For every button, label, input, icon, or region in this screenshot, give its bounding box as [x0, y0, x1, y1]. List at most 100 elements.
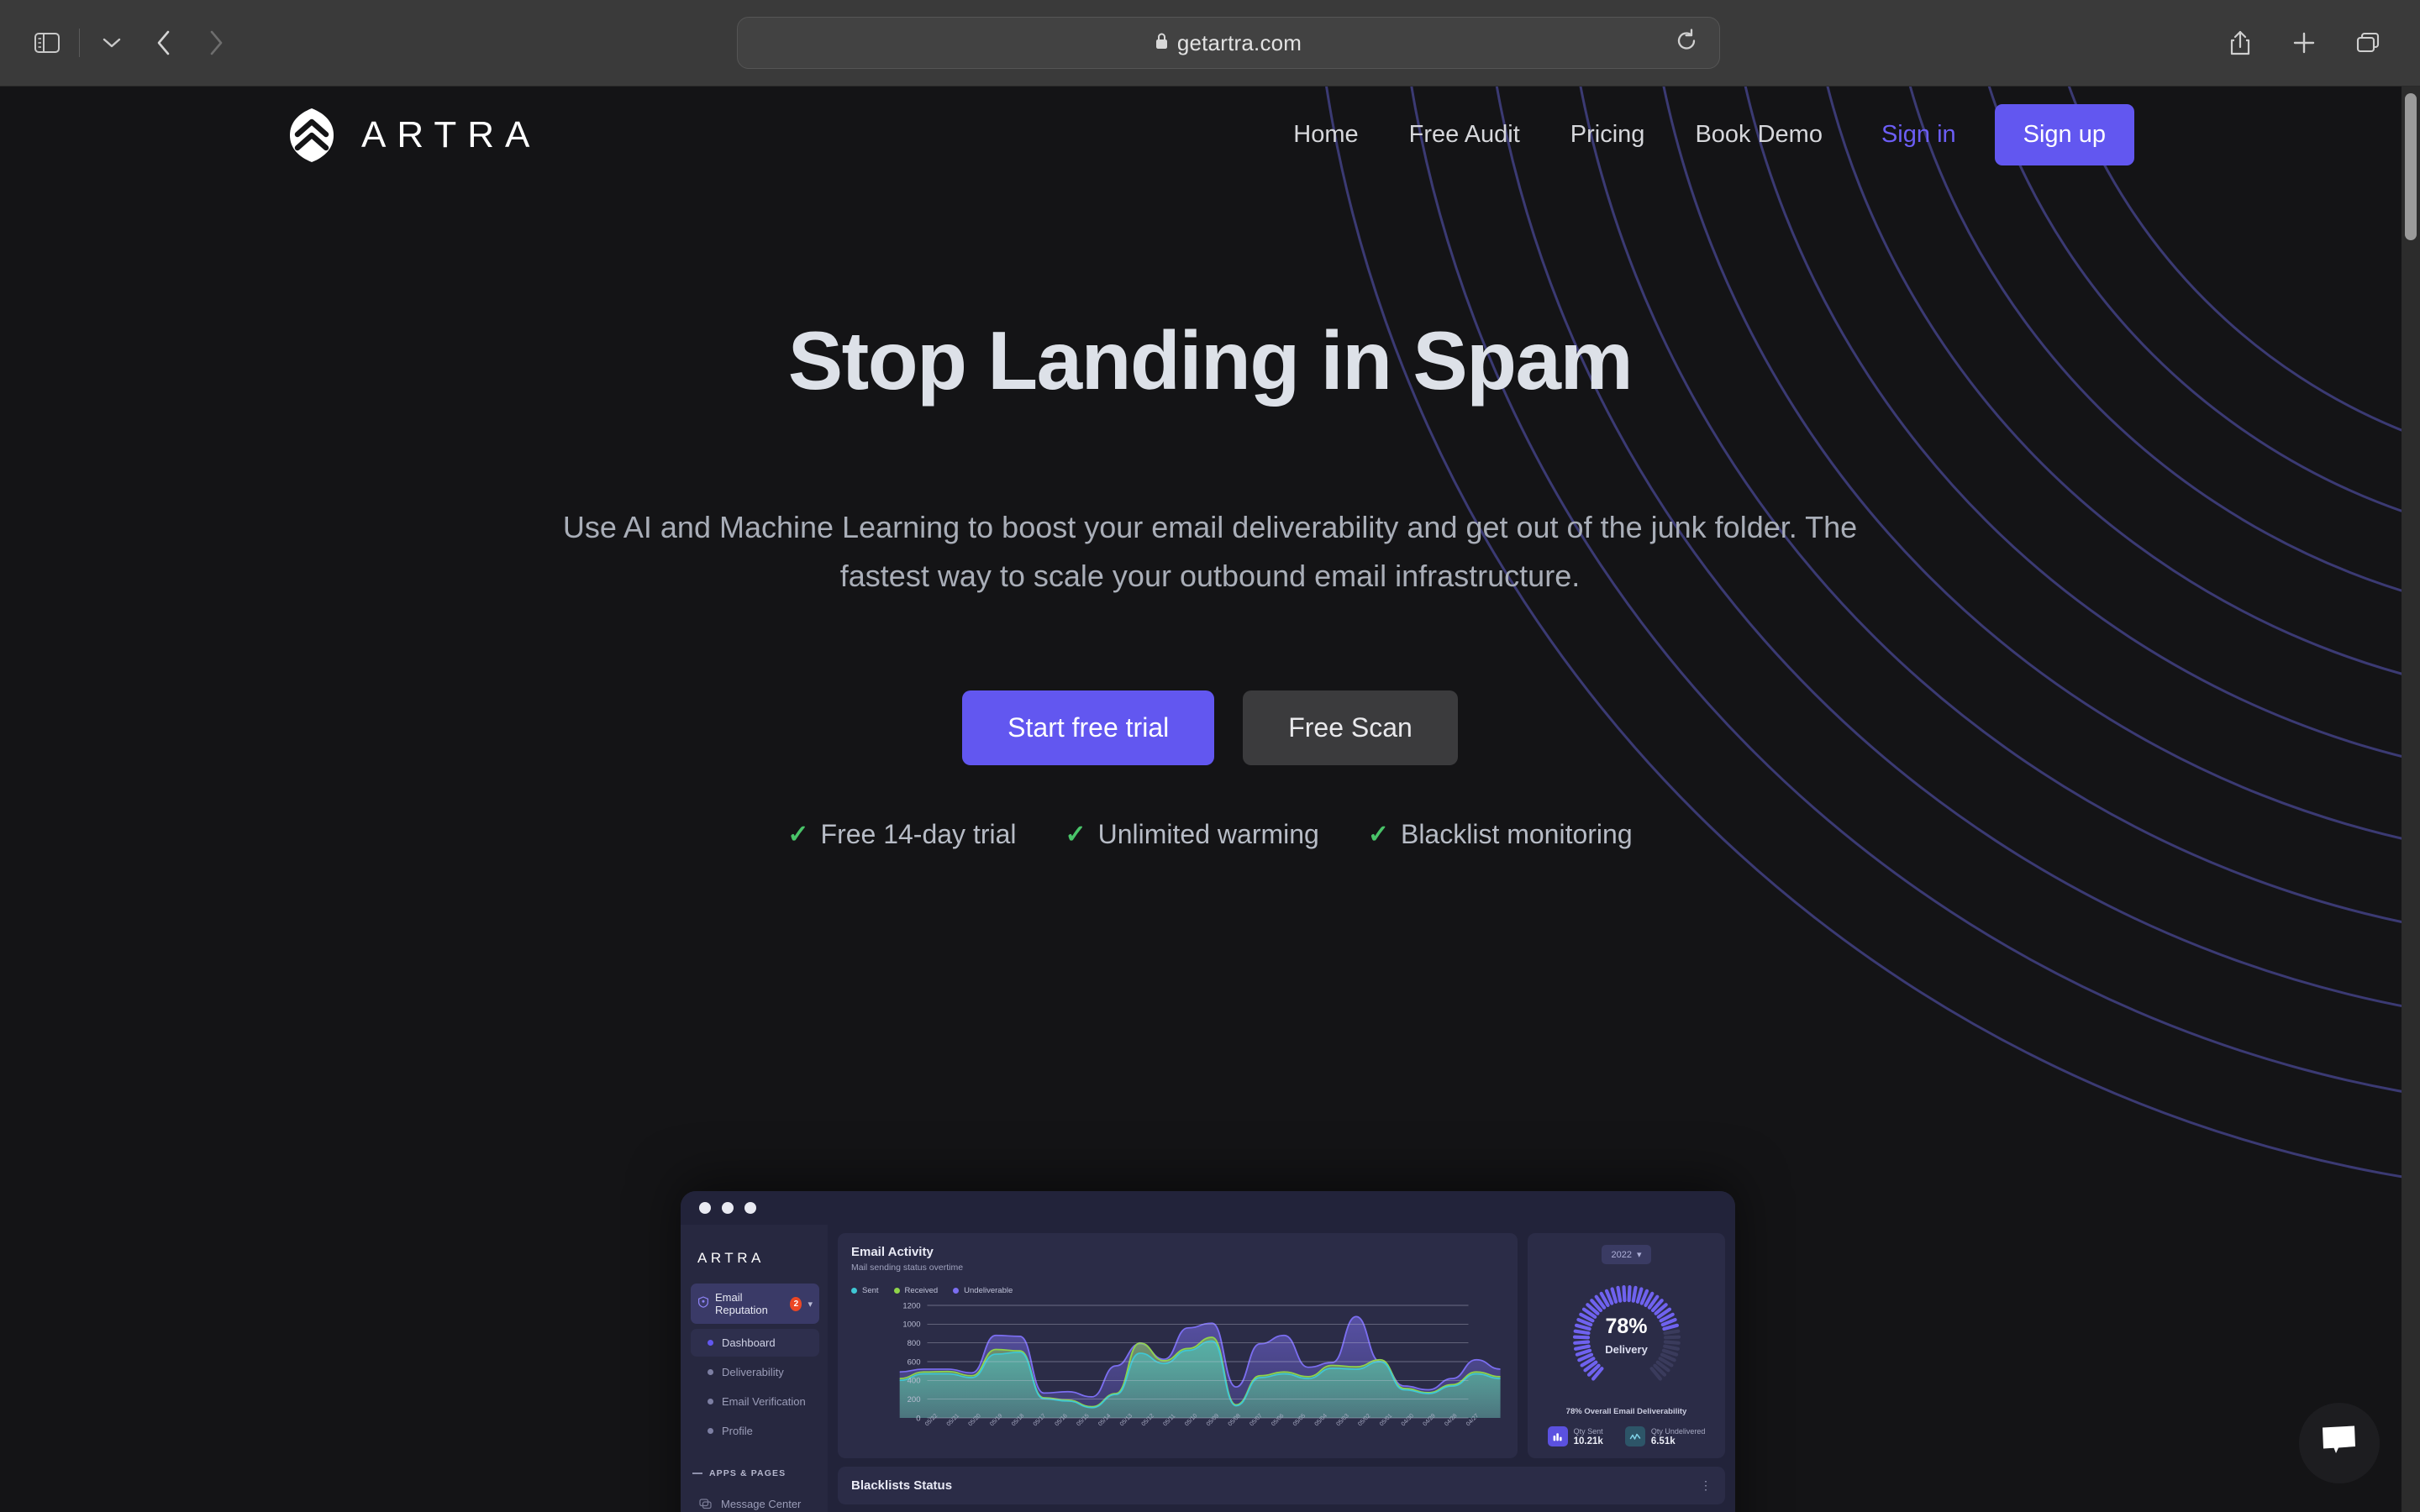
card-title: Blacklists Status — [851, 1478, 953, 1493]
nav-link-pricing[interactable]: Pricing — [1545, 121, 1670, 149]
email-activity-card: Email Activity Mail sending status overt… — [838, 1233, 1518, 1458]
svg-text:05/19: 05/19 — [989, 1413, 1003, 1427]
sidebar-section-label: APPS & PAGES — [709, 1468, 786, 1478]
svg-text:05/22: 05/22 — [924, 1413, 939, 1427]
gauge-stat-text: Qty Sent 10.21k — [1574, 1427, 1603, 1446]
feature-label: Blacklist monitoring — [1400, 818, 1633, 849]
plus-icon[interactable] — [2281, 19, 2328, 66]
sign-in-link[interactable]: Sign in — [1848, 121, 1985, 149]
check-icon: ✓ — [1065, 820, 1086, 848]
bar-chart-icon — [1547, 1426, 1568, 1446]
legend-item-undeliverable: Undeliverable — [953, 1286, 1013, 1295]
bullet-icon — [708, 1428, 713, 1434]
svg-text:05/02: 05/02 — [1357, 1413, 1371, 1427]
sidebar-item-deliverability[interactable]: Deliverability — [691, 1358, 819, 1386]
feature-item: ✓ Unlimited warming — [1065, 819, 1319, 850]
sidebar-item-label: Email Verification — [722, 1395, 806, 1408]
nav-link-book-demo[interactable]: Book Demo — [1670, 121, 1848, 149]
window-dot — [699, 1202, 711, 1214]
dashboard-brand: ARTRA — [697, 1250, 765, 1266]
sidebar-item-profile[interactable]: Profile — [691, 1417, 819, 1445]
chat-widget-button[interactable] — [2299, 1403, 2380, 1483]
gauge-label: Delivery — [1605, 1343, 1648, 1356]
sidebar-item-message-center[interactable]: Message Center — [681, 1488, 828, 1512]
legend-swatch — [851, 1288, 857, 1294]
sidebar-item-email-verification[interactable]: Email Verification — [691, 1388, 819, 1415]
site-navbar: ARTRA Home Free Audit Pricing Book Demo … — [0, 87, 2420, 183]
sidebar-section-header: APPS & PAGES — [681, 1446, 828, 1488]
lock-icon — [1155, 32, 1169, 55]
chart-legend: Sent Received Undeliverable — [851, 1286, 1504, 1295]
svg-text:400: 400 — [908, 1377, 921, 1386]
svg-text:800: 800 — [908, 1339, 921, 1348]
gauge-stat-key: Qty Undelivered — [1650, 1426, 1706, 1436]
svg-text:05/01: 05/01 — [1379, 1413, 1393, 1427]
sidebar-item-dashboard[interactable]: Dashboard — [691, 1329, 819, 1357]
free-scan-button[interactable]: Free Scan — [1243, 690, 1458, 765]
email-activity-chart: 0 200 400 600 800 1000 1200 05/22 05/21 05/20 05/1… — [851, 1302, 1504, 1446]
gauge-stat-qty-undelivered: Qty Undelivered 6.51k — [1624, 1426, 1706, 1446]
svg-text:200: 200 — [908, 1395, 921, 1404]
gauge-percent: 78% — [1605, 1315, 1648, 1338]
page-scrollbar[interactable] — [2402, 87, 2420, 1512]
svg-text:05/17: 05/17 — [1033, 1413, 1047, 1427]
chat-bubble-icon — [2321, 1425, 2358, 1462]
share-icon[interactable] — [2217, 19, 2264, 66]
gauge-stat-qty-sent: Qty Sent 10.21k — [1547, 1426, 1603, 1446]
address-bar-content: getartra.com — [1155, 30, 1302, 56]
chevron-down-icon[interactable] — [88, 19, 135, 66]
browser-toolbar-center: getartra.com — [239, 17, 2217, 69]
dashboard-window: ARTRA Email Reputation 2 ▾ Dashboard Del… — [681, 1191, 1735, 1512]
legend-swatch — [953, 1288, 960, 1294]
svg-text:04/30: 04/30 — [1401, 1413, 1415, 1427]
year-selector[interactable]: 2022 ▾ — [1602, 1245, 1651, 1264]
nav-link-free-audit[interactable]: Free Audit — [1384, 121, 1545, 149]
start-free-trial-button[interactable]: Start free trial — [962, 690, 1215, 765]
reload-icon[interactable] — [1676, 29, 1697, 57]
svg-text:05/11: 05/11 — [1162, 1413, 1176, 1427]
svg-text:04/29: 04/29 — [1422, 1413, 1436, 1427]
svg-text:05/08: 05/08 — [1228, 1413, 1242, 1427]
message-icon — [699, 1498, 712, 1510]
nav-link-home[interactable]: Home — [1268, 121, 1383, 149]
address-bar-url: getartra.com — [1176, 29, 1302, 55]
sidebar-item-label: Email Reputation — [715, 1291, 768, 1316]
window-dot — [722, 1202, 734, 1214]
sign-up-button[interactable]: Sign up — [1994, 104, 2134, 165]
browser-toolbar-right — [2217, 19, 2420, 66]
toolbar-divider — [79, 29, 80, 57]
card-title: Email Activity — [851, 1245, 934, 1259]
minus-icon — [692, 1473, 702, 1474]
svg-text:1000: 1000 — [902, 1320, 920, 1330]
sidebar-item-label: Dashboard — [722, 1336, 776, 1349]
address-bar[interactable]: getartra.com — [736, 17, 1720, 69]
page-title: Stop Landing in Spam — [787, 314, 1634, 407]
scrollbar-thumb[interactable] — [2405, 93, 2417, 240]
card-subtitle: Mail sending status overtime — [851, 1263, 964, 1273]
window-titlebar — [681, 1191, 1735, 1225]
sidebar-item-email-reputation[interactable]: Email Reputation 2 ▾ — [691, 1284, 819, 1324]
legend-swatch — [893, 1288, 900, 1294]
check-icon: ✓ — [787, 820, 809, 848]
back-arrow-icon[interactable] — [140, 19, 187, 66]
svg-text:05/12: 05/12 — [1141, 1413, 1155, 1427]
chevron-down-icon: ▾ — [1636, 1250, 1642, 1260]
gauge-stats: Qty Sent 10.21k Qty Undelivered 6.51k — [1547, 1426, 1706, 1446]
tab-overview-icon[interactable] — [2344, 19, 2391, 66]
delivery-gauge-card: 2022 ▾ 78% Delivery 78% Overall Email De… — [1528, 1233, 1725, 1458]
feature-label: Free 14-day trial — [820, 818, 1017, 849]
bullet-icon — [708, 1399, 713, 1404]
brand-name: ARTRA — [361, 113, 541, 155]
brand-logo[interactable]: ARTRA — [286, 108, 540, 163]
svg-text:600: 600 — [908, 1357, 921, 1367]
kebab-menu-icon[interactable]: ⋮ — [1700, 1479, 1712, 1492]
webpage-viewport: ARTRA Home Free Audit Pricing Book Demo … — [0, 87, 2420, 1512]
svg-text:05/10: 05/10 — [1184, 1413, 1198, 1427]
legend-label: Undeliverable — [964, 1286, 1013, 1295]
svg-text:05/20: 05/20 — [967, 1413, 981, 1427]
sidebar-toggle-icon[interactable] — [24, 19, 71, 66]
hero-cta-group: Start free trial Free Scan — [0, 690, 2420, 765]
svg-text:04/28: 04/28 — [1444, 1413, 1458, 1427]
feature-item: ✓ Blacklist monitoring — [1368, 819, 1633, 850]
year-value: 2022 — [1611, 1249, 1632, 1260]
